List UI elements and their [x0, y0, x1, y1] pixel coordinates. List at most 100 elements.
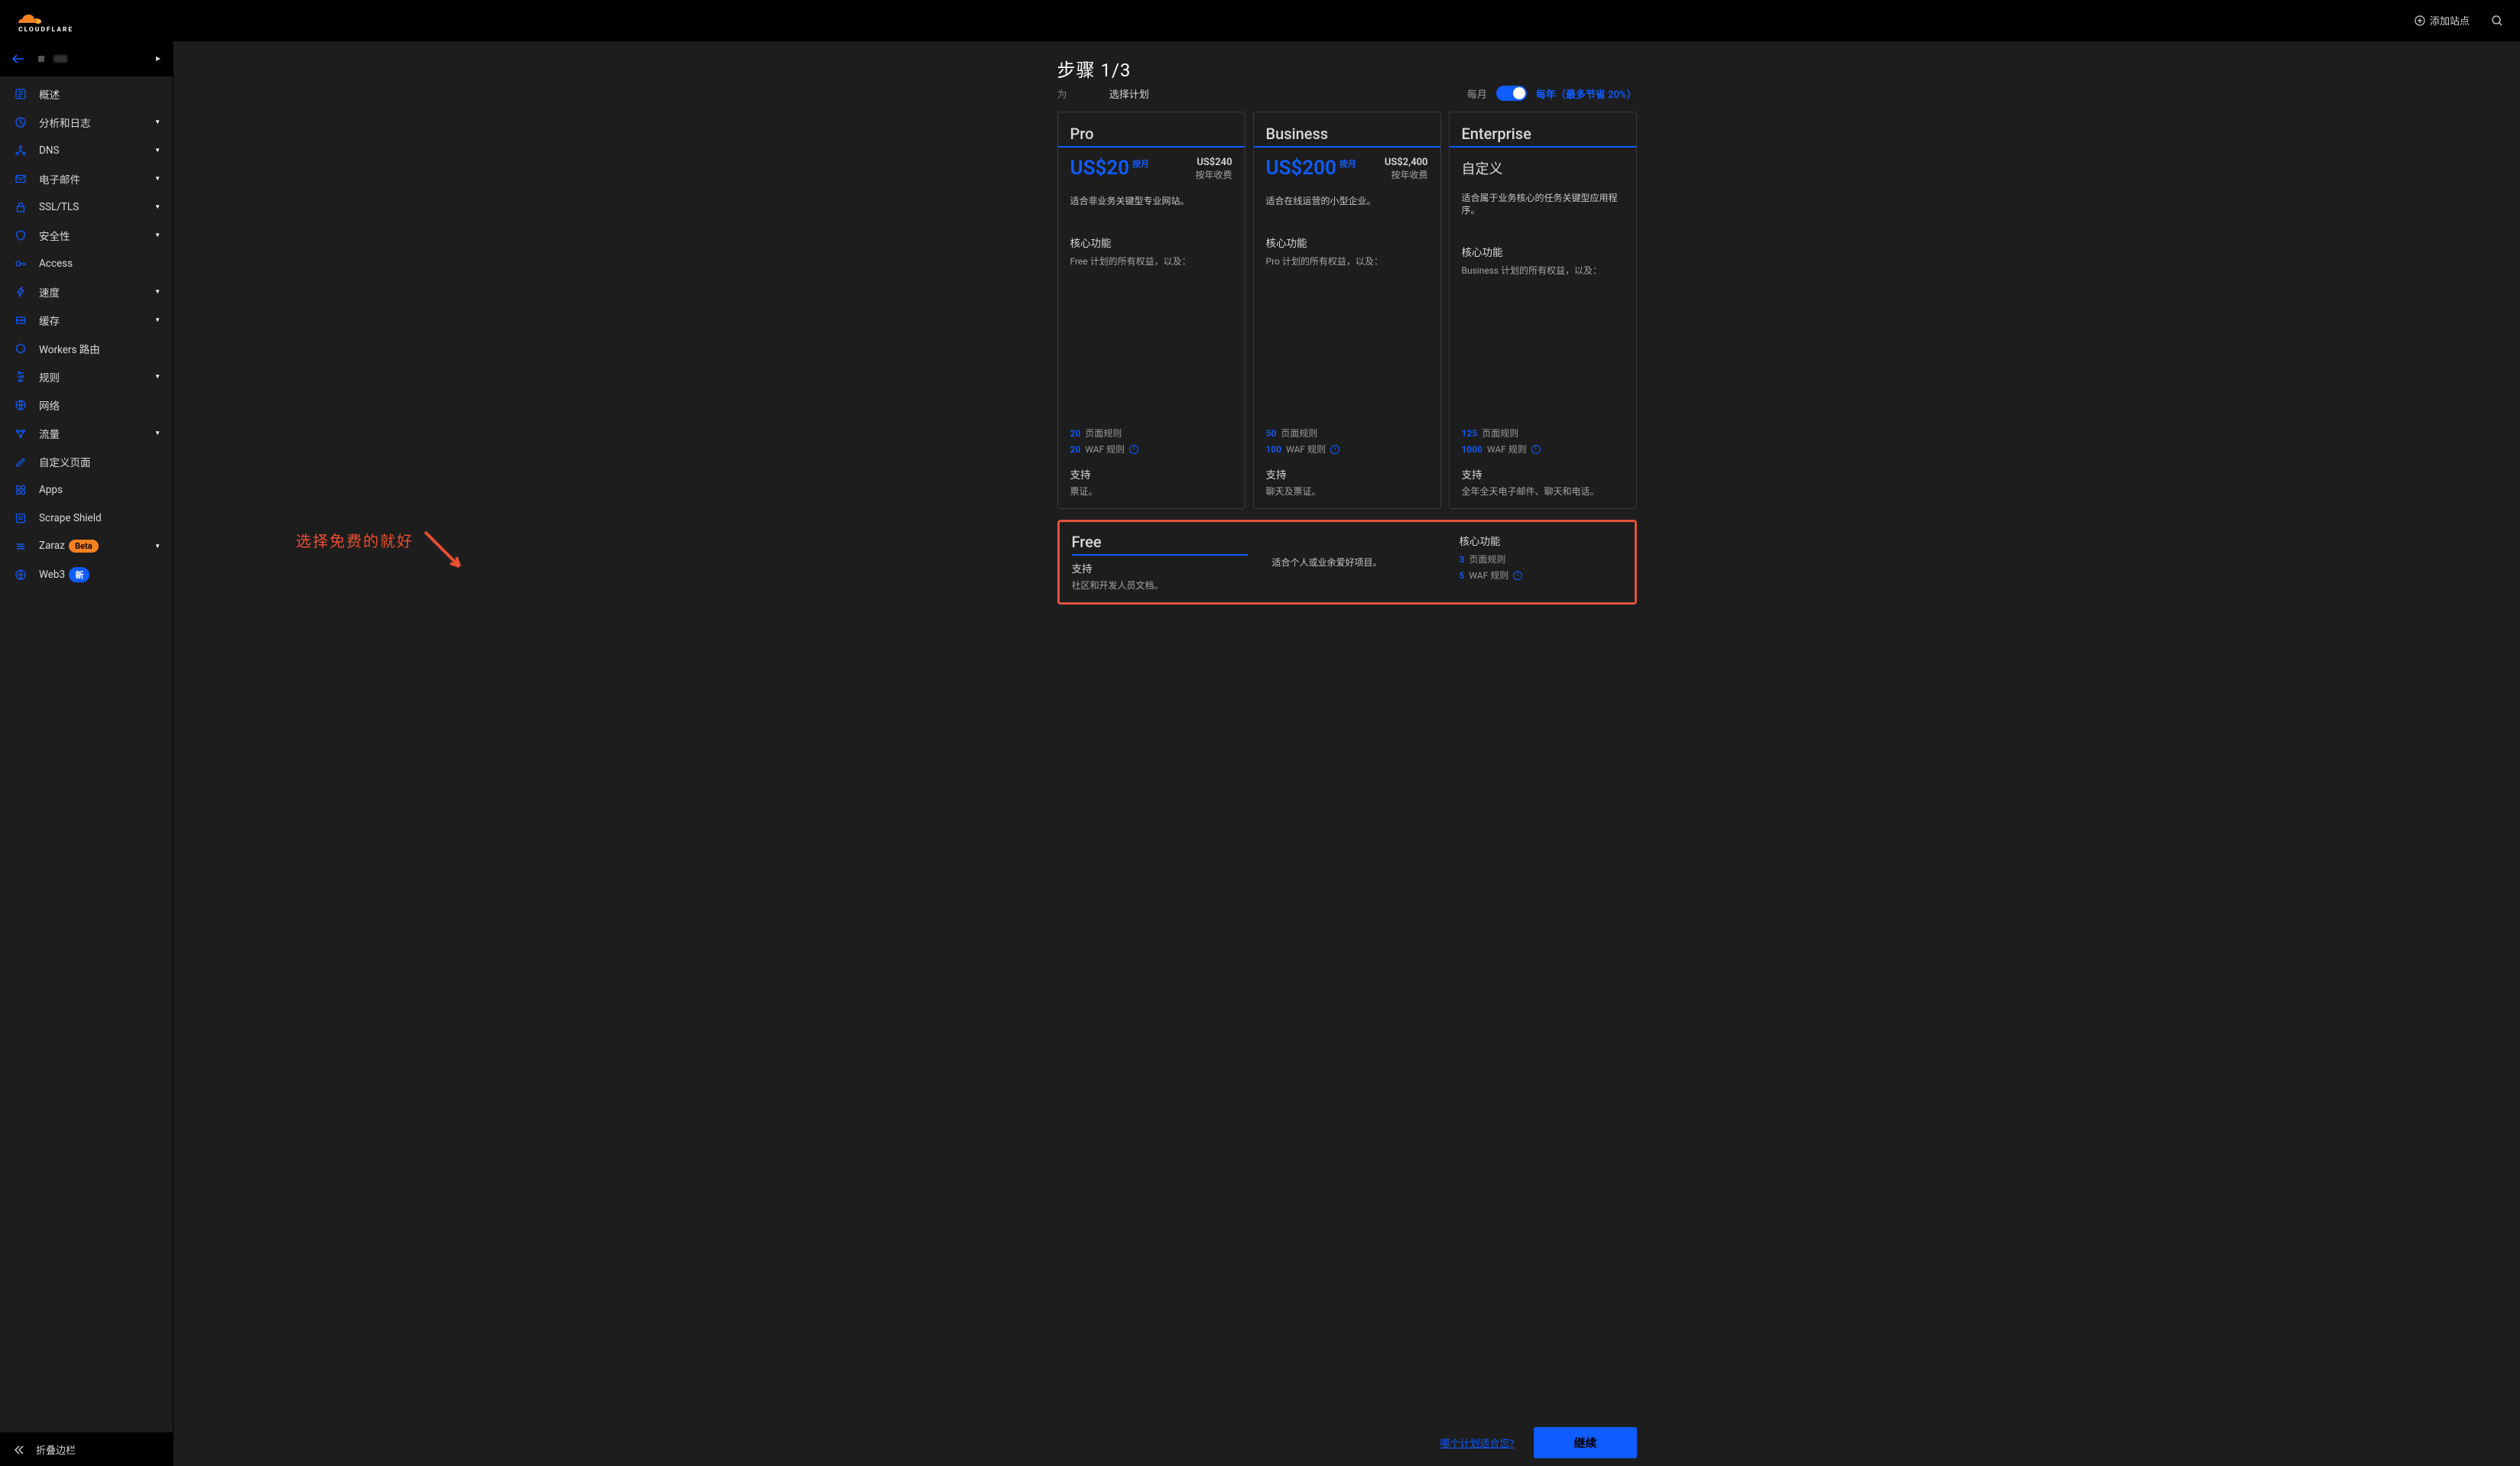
step-subtitle: 为 选择计划 — [1057, 86, 1149, 101]
chevron-down-icon: ▼ — [154, 373, 161, 380]
add-site-label: 添加站点 — [2430, 13, 2470, 28]
chevron-down-icon: ▼ — [154, 543, 161, 550]
sidebar-item-cache[interactable]: 缓存▼ — [0, 306, 173, 334]
sidebar-item-access[interactable]: Access — [0, 249, 173, 277]
plan-name: Enterprise — [1462, 125, 1624, 143]
network-icon — [14, 399, 28, 411]
plan-name: Free — [1072, 533, 1248, 551]
collapse-icon — [14, 1445, 24, 1455]
sidebar-item-rules[interactable]: 规则 ▼ — [0, 362, 173, 391]
annotation-arrow-icon — [421, 528, 467, 574]
support-heading: 支持 — [1072, 560, 1248, 576]
cloudflare-logo[interactable]: CLOUDFLARE — [12, 8, 86, 33]
caret-right-icon[interactable]: ▶ — [156, 55, 161, 62]
sidebar-item-shield[interactable]: 安全性▼ — [0, 221, 173, 249]
analytics-icon — [14, 116, 28, 128]
apps-icon — [14, 484, 28, 496]
page-rules-line: 50页面规则 — [1266, 427, 1428, 439]
sidebar-item-label: 缓存 — [39, 313, 143, 328]
support-heading: 支持 — [1070, 466, 1232, 482]
sidebar-item-label: 安全性 — [39, 228, 143, 243]
chevron-down-icon: ▼ — [154, 175, 161, 182]
add-site-button[interactable]: 添加站点 — [2414, 13, 2470, 28]
chevron-down-icon: ▼ — [154, 288, 161, 295]
plan-price-yearly: US$2,400 按年收费 — [1385, 157, 1428, 181]
scrape-icon — [14, 512, 28, 524]
info-icon[interactable]: i — [1531, 445, 1541, 454]
site-status-icon — [38, 56, 44, 62]
sidebar-item-zaraz[interactable]: Zaraz Beta ▼ — [0, 532, 173, 560]
sidebar-item-label: 电子邮件 — [39, 171, 143, 186]
plan-card-enterprise[interactable]: Enterprise 自定义 适合属于业务核心的任务关键型应用程序。 核心功能 … — [1449, 112, 1637, 509]
info-icon[interactable]: i — [1129, 445, 1138, 454]
core-features-heading: 核心功能 — [1266, 235, 1428, 250]
plan-description: 适合属于业务核心的任务关键型应用程序。 — [1462, 192, 1624, 216]
continue-button[interactable]: 继续 — [1534, 1427, 1636, 1458]
plan-custom-label: 自定义 — [1462, 158, 1624, 178]
sidebar-item-analytics[interactable]: 分析和日志▼ — [0, 108, 173, 136]
plan-card-pro[interactable]: Pro US$20 按月 US$240 按年收费 适合非业务关键型专业网站。 — [1057, 112, 1245, 509]
sidebar-item-custom[interactable]: 自定义页面 — [0, 447, 173, 475]
sidebar-item-apps[interactable]: Apps — [0, 475, 173, 504]
page-rules-line: 20页面规则 — [1070, 427, 1232, 439]
page-rules-line: 3页面规则 — [1460, 553, 1622, 566]
support-detail: 票证。 — [1070, 485, 1232, 498]
plan-description: 适合非业务关键型专业网站。 — [1070, 195, 1232, 207]
plan-card-business[interactable]: Business US$200 按月 US$2,400 按年收费 适合在线运营的… — [1253, 112, 1441, 509]
badge-new: 新 — [69, 567, 89, 582]
sidebar-item-email[interactable]: 电子邮件 ▼ — [0, 164, 173, 193]
sidebar-item-lock[interactable]: SSL/TLS▼ — [0, 193, 173, 221]
sidebar-item-scrape[interactable]: Scrape Shield — [0, 504, 173, 532]
sidebar-item-label: Access — [39, 258, 161, 270]
info-icon[interactable]: i — [1330, 445, 1340, 454]
plus-circle-icon — [2414, 15, 2425, 26]
sidebar-item-label: Web3 新 — [39, 567, 161, 582]
support-detail: 聊天及票证。 — [1266, 485, 1428, 498]
billing-toggle-group: 每月 每年（最多节省 20%） — [1467, 86, 1637, 101]
lock-icon — [14, 201, 28, 213]
workers-icon — [14, 342, 28, 355]
bottom-action-bar: 哪个计划适合您? 继续 — [174, 1419, 2520, 1466]
sidebar-item-label: 规则 — [39, 369, 143, 384]
zaraz-icon — [14, 540, 28, 553]
plan-price-yearly: US$240 按年收费 — [1195, 157, 1232, 181]
sidebar-nav: 概述分析和日志▼DNS▼电子邮件▼SSL/TLS▼安全性▼Access速度▼缓存… — [0, 76, 173, 1432]
sidebar-item-web3[interactable]: Web3 新 — [0, 560, 173, 589]
main-content: 步骤 1/3 为 选择计划 每月 每年（最多节省 20%） Pro — [174, 41, 2520, 1466]
speed-icon — [14, 286, 28, 298]
sidebar-item-speed[interactable]: 速度▼ — [0, 277, 173, 306]
sidebar-item-label: 流量 — [39, 426, 143, 441]
sidebar-item-network[interactable]: 网络 — [0, 391, 173, 419]
billing-yearly-label[interactable]: 每年（最多节省 20%） — [1536, 86, 1637, 101]
billing-monthly-label[interactable]: 每月 — [1467, 86, 1487, 101]
which-plan-link[interactable]: 哪个计划适合您? — [1440, 1435, 1514, 1450]
info-icon[interactable]: i — [1513, 571, 1522, 580]
search-button[interactable] — [2491, 15, 2503, 27]
shield-icon — [14, 229, 28, 242]
collapse-sidebar-button[interactable]: 折叠边栏 — [0, 1432, 173, 1466]
plan-price-monthly: US$200 按月 — [1266, 157, 1356, 180]
access-icon — [14, 258, 28, 270]
sidebar-item-traffic[interactable]: 流量▼ — [0, 419, 173, 447]
chevron-down-icon: ▼ — [154, 118, 161, 125]
sidebar-item-label: SSL/TLS — [39, 201, 143, 213]
plan-name: Business — [1266, 125, 1428, 143]
sidebar-item-workers[interactable]: Workers 路由 — [0, 334, 173, 362]
plan-card-free[interactable]: Free 支持 社区和开发人员文档。 适合个人或业余爱好项目。 核心功能 3页面… — [1057, 520, 1637, 605]
back-arrow-icon[interactable] — [12, 54, 29, 63]
site-switcher[interactable]: ▶ — [0, 41, 173, 76]
traffic-icon — [14, 427, 28, 439]
step-title: 步骤 1/3 — [1057, 55, 1149, 82]
sidebar-item-overview[interactable]: 概述 — [0, 79, 173, 108]
annotation-callout: 选择免费的就好 — [296, 505, 467, 574]
billing-toggle[interactable] — [1496, 86, 1527, 101]
sidebar-item-label: Zaraz Beta — [39, 540, 143, 553]
plan-description: 适合在线运营的小型企业。 — [1266, 195, 1428, 207]
support-detail: 全年全天电子邮件、聊天和电话。 — [1462, 485, 1624, 498]
cache-icon — [14, 314, 28, 326]
waf-rules-line: 1000WAF 规则 i — [1462, 443, 1624, 456]
core-features-heading: 核心功能 — [1462, 244, 1624, 259]
core-features-sub: Pro 计划的所有权益，以及： — [1266, 255, 1428, 268]
custom-icon — [14, 456, 28, 468]
sidebar-item-dns[interactable]: DNS▼ — [0, 136, 173, 164]
